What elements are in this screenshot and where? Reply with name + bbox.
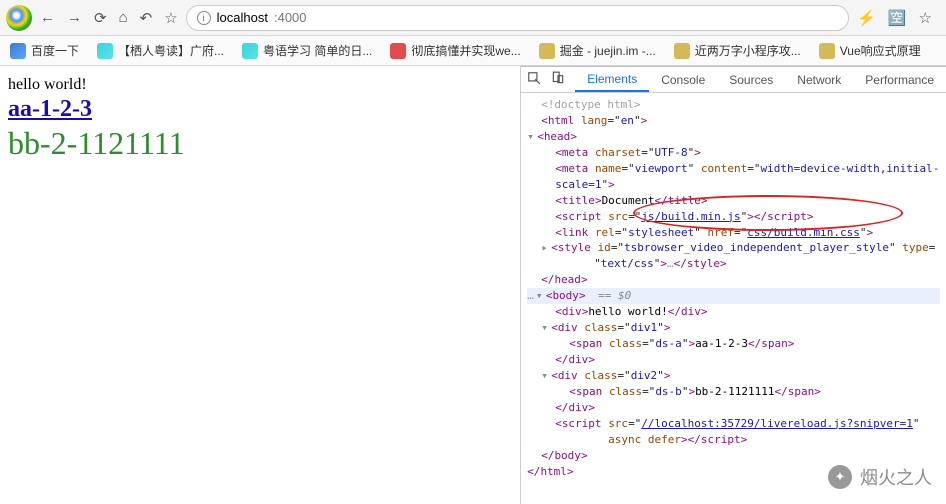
bookmark-icon: [819, 43, 835, 59]
translate-icon[interactable]: 🈳: [888, 9, 907, 27]
dom-line[interactable]: <meta name="viewport" content="width=dev…: [527, 161, 940, 193]
dom-line[interactable]: <head>: [527, 129, 940, 145]
bookmark-item[interactable]: 粤语学习 简单的日...: [242, 42, 372, 59]
bookmark-label: 彻底搞懂并实现we...: [411, 42, 520, 59]
dom-line[interactable]: </head>: [527, 272, 940, 288]
watermark: ✦ 烟火之人: [828, 464, 932, 490]
bookmark-label: 百度一下: [31, 42, 79, 59]
expand-icon[interactable]: [541, 320, 551, 336]
bookmark-icon: [390, 43, 406, 59]
browser-logo-icon: [6, 5, 32, 31]
dom-line[interactable]: <script src="js/build.min.js"></script>: [527, 209, 940, 225]
devtools-panel: Elements Console Sources Network Perform…: [521, 66, 946, 504]
forward-button[interactable]: →: [67, 9, 82, 26]
devtools-tab-performance[interactable]: Performance: [853, 67, 946, 92]
devtools-pre-icons: [527, 71, 575, 88]
bookmark-label: Vue响应式原理: [840, 42, 921, 59]
bookmark-label: 掘金 - juejin.im -...: [560, 42, 656, 59]
site-info-icon[interactable]: i: [197, 11, 211, 25]
address-bar[interactable]: i localhost :4000: [186, 5, 850, 31]
bookmark-icon: [539, 43, 555, 59]
reload-button[interactable]: ⟳: [94, 9, 107, 27]
undo-button[interactable]: ↶: [140, 9, 153, 27]
devtools-tab-bar: Elements Console Sources Network Perform…: [521, 67, 946, 93]
dom-line[interactable]: <span class="ds-b">bb-2-1121111</span>: [527, 384, 940, 400]
home-button[interactable]: ⌂: [119, 9, 128, 26]
bookmark-item[interactable]: 掘金 - juejin.im -...: [539, 42, 656, 59]
bookmark-icon: [242, 43, 258, 59]
wechat-icon: ✦: [828, 465, 852, 489]
expand-icon[interactable]: [527, 129, 537, 145]
bb-text: bb-2-1121111: [8, 125, 512, 162]
nav-button-group: ← → ⟳ ⌂ ↶ ☆: [40, 9, 178, 27]
bookmark-item[interactable]: 【栖人粤读】广府...: [97, 42, 224, 59]
dom-line[interactable]: <style id="tsbrowser_video_independent_p…: [527, 240, 940, 272]
dom-line[interactable]: </div>: [527, 352, 940, 368]
address-port: :4000: [274, 10, 307, 25]
dom-line[interactable]: <div>hello world!</div>: [527, 304, 940, 320]
devtools-tab-elements[interactable]: Elements: [575, 67, 649, 92]
bookmark-item[interactable]: Vue响应式原理: [819, 42, 921, 59]
dom-line[interactable]: <!doctype html>: [527, 97, 940, 113]
expand-icon[interactable]: [541, 240, 551, 256]
bookmark-label: 【栖人粤读】广府...: [118, 42, 224, 59]
dom-line-body-selected[interactable]: …<body> == $0: [527, 288, 940, 304]
watermark-text: 烟火之人: [860, 464, 932, 490]
favorite-button[interactable]: ☆: [164, 9, 177, 27]
bookmark-label: 粤语学习 简单的日...: [263, 42, 372, 59]
bookmark-icon: [97, 43, 113, 59]
devtools-tab-network[interactable]: Network: [785, 67, 853, 92]
browser-toolbar: ← → ⟳ ⌂ ↶ ☆ i localhost :4000 ⚡ 🈳 ☆: [0, 0, 946, 36]
bookmark-label: 近两万字小程序攻...: [695, 42, 801, 59]
dom-line[interactable]: <title>Document</title>: [527, 193, 940, 209]
bookmark-item[interactable]: 百度一下: [10, 42, 79, 59]
rendered-page: hello world! aa-1-2-3 bb-2-1121111: [0, 66, 521, 504]
dom-line[interactable]: <div class="div2">: [527, 368, 940, 384]
dom-line[interactable]: <html lang="en">: [527, 113, 940, 129]
flash-icon[interactable]: ⚡: [857, 9, 876, 27]
dom-line[interactable]: </div>: [527, 400, 940, 416]
hello-text: hello world!: [8, 76, 512, 94]
devtools-tab-sources[interactable]: Sources: [717, 67, 785, 92]
bookmarks-bar: 百度一下 【栖人粤读】广府... 粤语学习 简单的日... 彻底搞懂并实现we.…: [0, 36, 946, 66]
dom-line[interactable]: <div class="div1">: [527, 320, 940, 336]
dom-line[interactable]: <span class="ds-a">aa-1-2-3</span>: [527, 336, 940, 352]
bookmark-icon: [674, 43, 690, 59]
dom-line[interactable]: <link rel="stylesheet" href="css/build.m…: [527, 225, 940, 241]
device-toggle-icon[interactable]: [551, 71, 565, 88]
dom-line[interactable]: <meta charset="UTF-8">: [527, 145, 940, 161]
aa-link[interactable]: aa-1-2-3: [8, 96, 92, 123]
expand-icon[interactable]: [536, 288, 546, 304]
address-host: localhost: [217, 10, 268, 25]
bookmark-item[interactable]: 彻底搞懂并实现we...: [390, 42, 520, 59]
expand-icon[interactable]: [541, 368, 551, 384]
back-button[interactable]: ←: [40, 9, 55, 26]
bookmark-icon: [10, 43, 26, 59]
inspect-element-icon[interactable]: [527, 71, 541, 88]
bookmark-star-icon[interactable]: ☆: [919, 9, 932, 27]
dom-tree[interactable]: <!doctype html> <html lang="en"> <head> …: [521, 93, 946, 484]
bookmark-item[interactable]: 近两万字小程序攻...: [674, 42, 801, 59]
dom-line[interactable]: <script src="//localhost:35729/livereloa…: [527, 416, 940, 448]
toolbar-right-icons: ⚡ 🈳 ☆: [857, 9, 940, 27]
main-area: hello world! aa-1-2-3 bb-2-1121111 Eleme…: [0, 66, 946, 504]
devtools-tab-console[interactable]: Console: [649, 67, 717, 92]
dom-line[interactable]: </body>: [527, 448, 940, 464]
